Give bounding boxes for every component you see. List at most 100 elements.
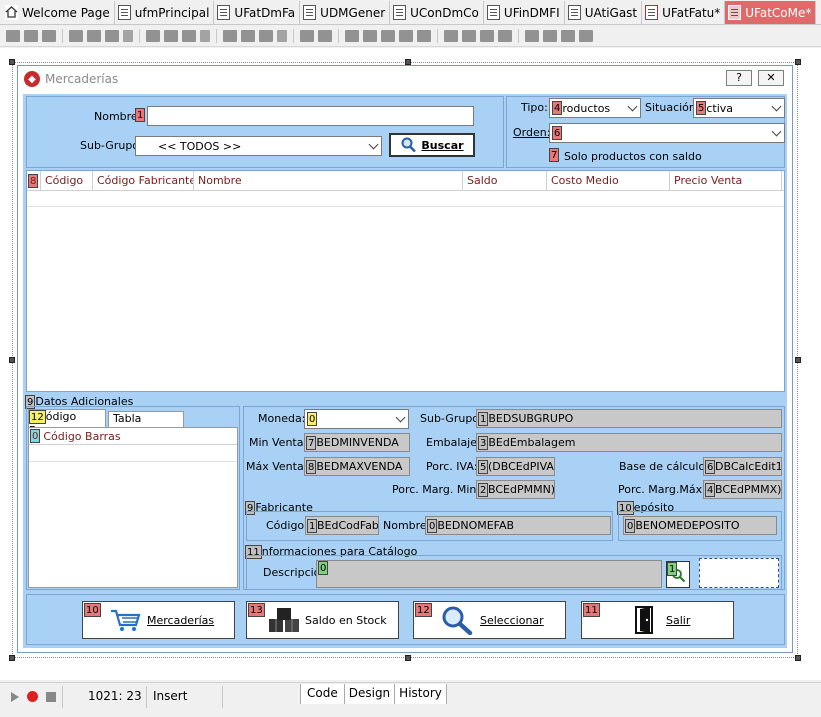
saldo-stock-button[interactable]: 13 Saldo en Stock <box>246 601 399 639</box>
show-grid-icon[interactable] <box>480 29 494 42</box>
tab-ufatdmfa[interactable]: UFatDmFa <box>214 1 301 24</box>
grid-col-header[interactable]: Código Barras <box>43 430 120 443</box>
space-horizontal-icon[interactable] <box>123 29 133 42</box>
form-title-bar: ◆ Mercaderías ? ✕ <box>18 66 792 92</box>
resize-handle[interactable] <box>9 59 15 65</box>
buscar-button[interactable]: Buscar <box>389 133 475 157</box>
space-remove-icon[interactable] <box>200 29 210 42</box>
base-field[interactable]: 6 DBCalcEdit1) <box>703 457 782 476</box>
grid-col-header[interactable]: Costo Medio <box>547 171 670 190</box>
tab-codigo-barras[interactable]: 12ódigo Barras <box>28 409 106 437</box>
maxventa-field[interactable]: 8 BEDMAXVENDA <box>304 457 410 476</box>
grid-col-header[interactable]: Código <box>41 171 93 190</box>
codigo-fabricante-field[interactable]: 1 BEdCodFab <box>305 516 379 535</box>
image-placeholder[interactable] <box>699 558 779 588</box>
space-equal-icon[interactable] <box>146 29 160 42</box>
resize-handle[interactable] <box>9 357 15 363</box>
align-middle-icon[interactable] <box>105 29 119 42</box>
nombre-input[interactable] <box>147 106 474 126</box>
make-same-size-icon[interactable] <box>381 29 395 42</box>
subgrupo-field[interactable]: 1 BEDSUBGRUPO <box>476 409 782 428</box>
barcode-grid[interactable]: 0 Código Barras <box>28 427 238 588</box>
tab-order-icon[interactable] <box>525 29 539 42</box>
table-row[interactable] <box>29 446 237 462</box>
grid-col-header[interactable]: Código Fabricante <box>93 171 194 190</box>
tab-order-badge: 4 <box>552 101 563 115</box>
mercaderias-button[interactable]: 10 Mercaderías <box>82 601 235 639</box>
make-same-height-icon[interactable] <box>363 29 377 42</box>
stop-icon[interactable] <box>45 691 57 703</box>
make-same-width-icon[interactable] <box>345 29 359 42</box>
seleccionar-button[interactable]: 12 Seleccionar <box>413 601 566 639</box>
buscar-label: Buscar <box>421 138 464 152</box>
tipo-value: roductos <box>562 101 611 115</box>
subgrupo-select[interactable]: << TODOS >> <box>135 136 382 156</box>
table-row[interactable] <box>27 191 784 207</box>
tab-tabla-precios[interactable]: Tabla Precios <box>108 411 184 438</box>
nombre-fabricante-field[interactable]: 0 BEDNOMEFAB <box>425 516 611 535</box>
tab-order-badge: 0 <box>318 561 329 575</box>
grid-col-header[interactable]: Nombre <box>194 171 463 190</box>
resize-handle[interactable] <box>795 59 801 65</box>
margmax-field[interactable]: 4 BCEdPMMX) <box>703 480 782 499</box>
hide-components-icon[interactable] <box>579 29 593 42</box>
field-value: BCEdPMMN) <box>488 483 555 496</box>
play-icon[interactable] <box>8 691 20 703</box>
align-top-icon[interactable] <box>69 29 83 42</box>
bring-front-icon[interactable] <box>399 29 413 42</box>
vspace-equal-icon[interactable] <box>223 29 237 42</box>
grid-col-header[interactable]: Saldo <box>463 171 547 190</box>
tab-ucondmco[interactable]: UConDmCo <box>390 1 484 24</box>
tab-uatigast[interactable]: UAtiGast <box>565 1 643 24</box>
tab-welcome-page[interactable]: Welcome Page <box>2 1 115 24</box>
tab-ufatcome[interactable]: UFatCoMe* <box>725 1 817 24</box>
align-grid-icon[interactable] <box>462 29 476 42</box>
orden-select[interactable]: 6 <box>549 123 785 143</box>
salir-button[interactable]: 11 Salir <box>581 601 734 639</box>
center-horizontal-icon[interactable] <box>300 29 314 42</box>
resize-handle[interactable] <box>795 357 801 363</box>
vspace-remove-icon[interactable] <box>277 29 287 42</box>
minventa-field[interactable]: 7 BEDMINVENDA <box>304 433 410 452</box>
space-increase-icon[interactable] <box>164 29 178 42</box>
embalaje-field[interactable]: 3 BEdEmbalagem <box>476 433 782 452</box>
creation-order-icon[interactable] <box>543 29 557 42</box>
tab-order-badge: 0 <box>30 429 41 443</box>
record-icon[interactable] <box>26 690 39 703</box>
tab-history[interactable]: History <box>395 684 447 704</box>
align-left-icon[interactable] <box>6 29 20 42</box>
resize-handle[interactable] <box>795 655 801 661</box>
mercaderias-grid[interactable]: 8 Código Código Fabricante Nombre Saldo … <box>26 170 785 392</box>
situacion-select[interactable]: 5 ctiva <box>693 98 785 118</box>
close-button[interactable]: ✕ <box>758 70 784 86</box>
snap-grid-icon[interactable] <box>444 29 458 42</box>
send-back-icon[interactable] <box>417 29 431 42</box>
resize-handle[interactable] <box>405 655 411 661</box>
vspace-increase-icon[interactable] <box>241 29 255 42</box>
tab-code[interactable]: Code <box>301 684 345 704</box>
moneda-select[interactable]: 0 <box>304 409 409 429</box>
lock-controls-icon[interactable] <box>498 29 512 42</box>
help-button[interactable]: ? <box>726 70 752 86</box>
tab-udmgener[interactable]: UDMGener <box>300 1 391 24</box>
tab-ufmprincipal[interactable]: ufmPrincipal <box>115 1 215 24</box>
deposito-field[interactable]: 0 BENOMEDEPOSITO <box>623 516 777 535</box>
vspace-decrease-icon[interactable] <box>259 29 273 42</box>
tab-design[interactable]: Design <box>344 684 396 704</box>
saldo-checkbox[interactable]: 7 <box>549 148 560 162</box>
align-center-icon[interactable] <box>42 29 56 42</box>
space-decrease-icon[interactable] <box>182 29 196 42</box>
margmin-field[interactable]: 2 BCEdPMMN) <box>476 480 555 499</box>
grid-col-header[interactable]: Precio Venta <box>670 171 782 190</box>
tab-ufindmfi[interactable]: UFinDMFI <box>484 1 565 24</box>
align-right-icon[interactable] <box>24 29 38 42</box>
tab-ufatfatu[interactable]: UFatFatu* <box>642 1 726 24</box>
center-vertical-icon[interactable] <box>318 29 332 42</box>
descripcion-field[interactable]: 0 <box>316 560 662 588</box>
catalogo-search-button[interactable]: 1 <box>666 561 690 588</box>
iva-field[interactable]: 5 (DBCEdPIVA) <box>476 457 555 476</box>
flip-children-icon[interactable] <box>561 29 575 42</box>
resize-handle[interactable] <box>9 655 15 661</box>
tipo-select[interactable]: 4 roductos <box>549 98 641 118</box>
align-bottom-icon[interactable] <box>87 29 101 42</box>
